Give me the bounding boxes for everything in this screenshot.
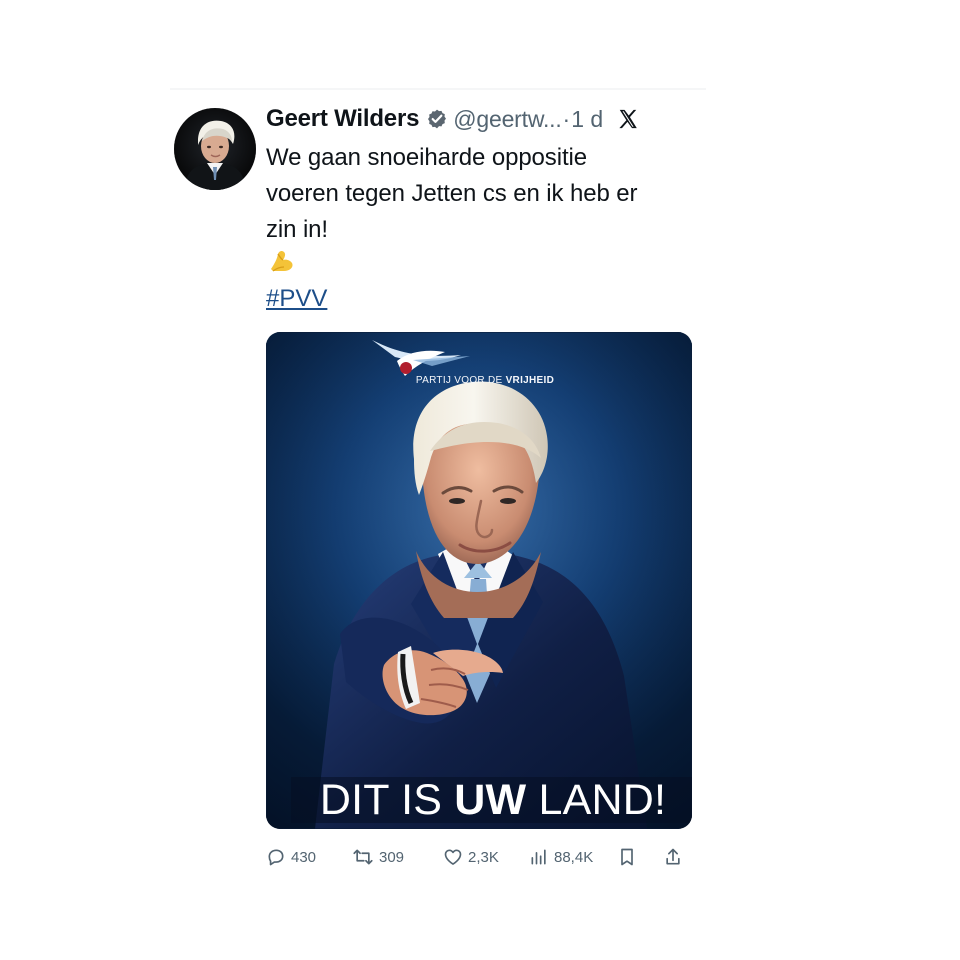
slogan-banner: DIT IS UW LAND! bbox=[291, 777, 692, 823]
party-logo-text: PARTIJ VOOR DE VRIJHEID bbox=[395, 375, 575, 386]
pvv-poster-artwork bbox=[266, 332, 692, 829]
author-avatar-image bbox=[174, 108, 256, 190]
repost-count: 309 bbox=[379, 848, 405, 866]
party-name-prefix: PARTIJ VOOR DE bbox=[415, 375, 506, 386]
repost-button[interactable]: 309 bbox=[352, 847, 443, 867]
slogan-part-1: DIT IS bbox=[319, 776, 455, 824]
tweet-header: Geert Wilders @geertw... · 1 d bbox=[266, 101, 692, 137]
views-button[interactable]: 88,4K bbox=[529, 847, 617, 867]
heart-icon bbox=[444, 849, 462, 865]
tweet-text-line-3: zin in! bbox=[266, 212, 706, 285]
flexed-biceps-emoji bbox=[268, 248, 706, 285]
x-logo-icon bbox=[619, 109, 638, 129]
tweet-text-line-1: We gaan snoeiharde oppositie bbox=[266, 144, 587, 171]
flexed-biceps-icon bbox=[271, 250, 293, 272]
slogan-part-2: UW bbox=[454, 776, 527, 824]
bookmark-button[interactable] bbox=[617, 846, 663, 868]
tweet-actions-bar: 430 309 2,3K 88,4K bbox=[266, 843, 698, 871]
pvv-hashtag-link[interactable]: #PVV bbox=[266, 282, 327, 316]
top-divider bbox=[170, 88, 706, 90]
reply-button[interactable]: 430 bbox=[266, 847, 352, 867]
share-icon bbox=[666, 848, 680, 865]
reply-count: 430 bbox=[291, 848, 317, 866]
slogan-text: DIT IS UW LAND! bbox=[295, 777, 691, 823]
verified-badge-icon bbox=[428, 109, 447, 129]
header-separator: · bbox=[562, 105, 571, 132]
slogan-part-3: LAND! bbox=[526, 776, 667, 824]
tweet-text-line-3-words: zin in! bbox=[266, 216, 328, 243]
reply-icon bbox=[268, 849, 284, 866]
like-button[interactable]: 2,3K bbox=[443, 847, 529, 867]
tweet-text: We gaan snoeiharde oppositie voeren tege… bbox=[266, 140, 706, 285]
share-button[interactable] bbox=[663, 846, 687, 868]
like-count: 2,3K bbox=[468, 848, 499, 866]
views-icon bbox=[531, 849, 546, 865]
author-avatar[interactable] bbox=[174, 108, 256, 190]
author-name[interactable]: Geert Wilders bbox=[266, 105, 419, 133]
bookmark-icon bbox=[621, 848, 633, 866]
tweet-text-line-2: voeren tegen Jetten cs en ik heb er bbox=[266, 180, 638, 207]
tweet-screenshot: Geert Wilders @geertw... · 1 d We gaan s… bbox=[0, 0, 960, 960]
repost-icon bbox=[353, 849, 373, 865]
tweet-time[interactable]: 1 d bbox=[571, 106, 603, 133]
views-count: 88,4K bbox=[554, 848, 594, 866]
tweet-image-card[interactable]: PARTIJ VOOR DE VRIJHEID DIT IS UW LAND! bbox=[266, 332, 692, 829]
author-handle[interactable]: @geertw... bbox=[453, 106, 561, 133]
party-name-strong: VRIJHEID bbox=[505, 375, 555, 386]
